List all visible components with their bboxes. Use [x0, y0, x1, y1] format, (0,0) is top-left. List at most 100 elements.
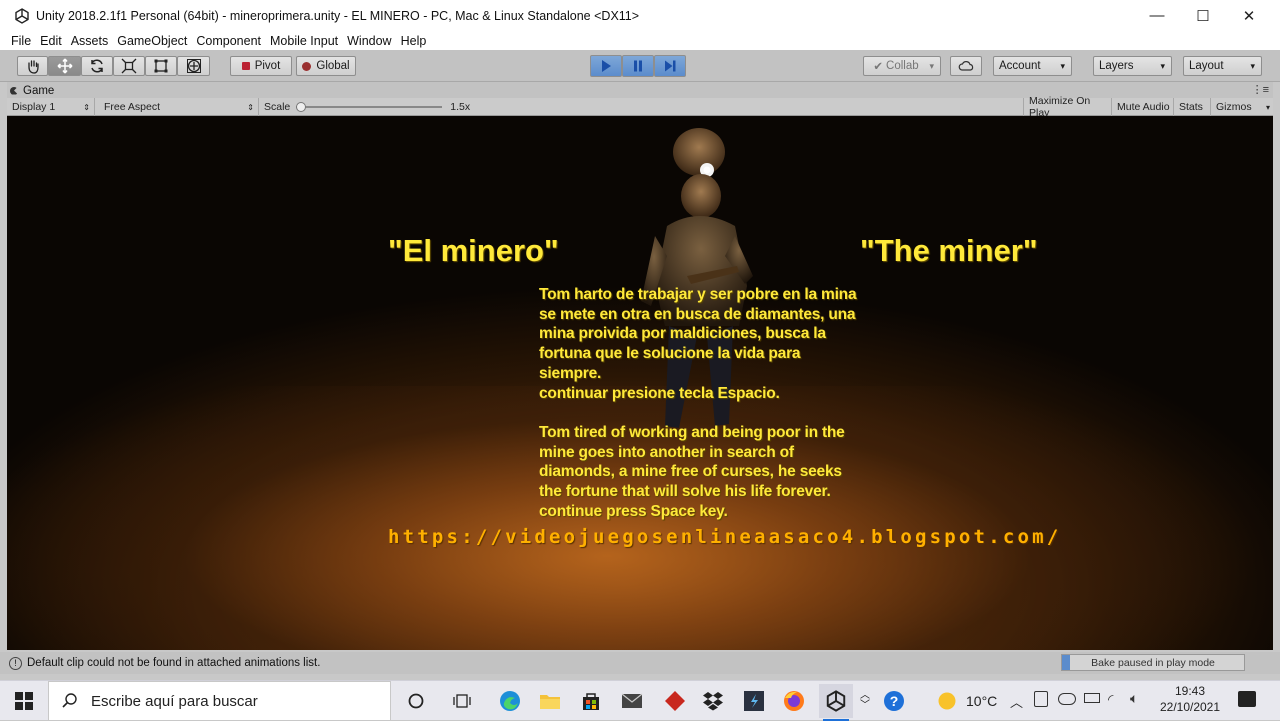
scale-slider-thumb[interactable]	[296, 102, 307, 112]
rotate-tool-icon	[91, 59, 103, 73]
chevron-down-icon: ▾	[1265, 102, 1270, 112]
store-icon	[583, 693, 599, 710]
close-button[interactable]: ✕	[1226, 0, 1272, 31]
transform-tool-button[interactable]	[177, 56, 210, 76]
layers-dropdown[interactable]: Layers	[1093, 56, 1172, 76]
cloud-button[interactable]	[950, 56, 982, 76]
pivot-label: Pivot	[254, 60, 281, 72]
cloud-icon	[958, 61, 974, 71]
maximize-on-play-toggle[interactable]: Maximize On Play	[1023, 95, 1112, 119]
mail-button[interactable]	[618, 687, 646, 715]
stats-toggle[interactable]: Stats	[1174, 98, 1211, 116]
menu-gameobject[interactable]: GameObject	[117, 34, 187, 48]
minimize-button[interactable]: —	[1134, 0, 1180, 31]
start-button[interactable]	[10, 687, 38, 715]
check-icon: ✔	[873, 61, 884, 73]
tray-chevron-icon[interactable]: ︿	[1010, 692, 1023, 711]
tray-volume-icon[interactable]: 🔈︎	[1130, 690, 1138, 707]
mute-audio-label: Mute Audio	[1117, 101, 1170, 113]
collab-dropdown[interactable]: ✔ Collab	[863, 56, 941, 76]
menu-mobile-input[interactable]: Mobile Input	[270, 34, 338, 48]
bake-progress: Bake paused in play mode	[1061, 654, 1245, 671]
move-tool-button[interactable]	[48, 56, 81, 76]
minimize-icon: —	[1149, 7, 1165, 24]
mute-audio-toggle[interactable]: Mute Audio	[1112, 98, 1174, 116]
scale-slider[interactable]	[296, 102, 443, 112]
rect-tool-button[interactable]	[145, 56, 177, 76]
weather-widget[interactable]	[933, 687, 961, 715]
store-button[interactable]	[577, 687, 605, 715]
tray-clock[interactable]: 19:43 22/10/2021	[1154, 684, 1226, 714]
cortana-button[interactable]	[402, 687, 430, 715]
collab-label: Collab	[886, 60, 919, 72]
aspect-label: Free Aspect	[104, 101, 161, 113]
red-diamond-icon	[665, 691, 685, 711]
task-view-button[interactable]	[449, 687, 477, 715]
scale-label: Scale	[264, 101, 291, 113]
window-title: Unity 2018.2.1f1 Personal (64bit) - mine…	[36, 8, 640, 23]
maximize-button[interactable]: ☐	[1180, 0, 1226, 31]
overflow-arrows[interactable]: ︿ ﹀	[856, 687, 874, 715]
tray-wifi-icon[interactable]: ◜	[1108, 691, 1113, 708]
info-icon: !	[9, 656, 22, 670]
menu-help[interactable]: Help	[401, 34, 427, 48]
tray-battery-icon[interactable]	[1084, 693, 1100, 703]
notifications-icon[interactable]	[1238, 691, 1256, 707]
menu-edit[interactable]: Edit	[40, 34, 62, 48]
updown-icon: ⇕	[83, 102, 90, 112]
bake-label: Bake paused in play mode	[1091, 656, 1215, 669]
pause-button[interactable]	[622, 55, 654, 77]
dropbox-button[interactable]	[699, 687, 727, 715]
tray-device-icon[interactable]	[1034, 691, 1048, 707]
move-tool-icon	[57, 58, 72, 74]
gizmos-dropdown[interactable]: Gizmos ▾	[1211, 98, 1273, 116]
firefox-button[interactable]	[780, 687, 808, 715]
pivot-toggle[interactable]: Pivot	[230, 56, 292, 76]
title-english: "The miner"	[860, 233, 1038, 268]
menu-file[interactable]: File	[11, 34, 31, 48]
folder-icon	[540, 695, 560, 709]
account-dropdown[interactable]: Account	[993, 56, 1072, 76]
play-button[interactable]	[590, 55, 622, 77]
windows-logo-icon	[15, 692, 33, 710]
app-red-button[interactable]	[661, 687, 689, 715]
hand-tool-button[interactable]	[17, 56, 48, 76]
tray-cloud-icon[interactable]	[1058, 693, 1076, 705]
account-label: Account	[999, 60, 1041, 72]
main-toolbar: Pivot Global ✔ Collab Account Layers Lay…	[0, 50, 1280, 82]
menu-assets[interactable]: Assets	[71, 34, 109, 48]
clock-time: 19:43	[1174, 684, 1206, 698]
edge-button[interactable]	[496, 687, 524, 715]
file-explorer-button[interactable]	[536, 687, 564, 715]
rotate-tool-button[interactable]	[81, 56, 113, 76]
hand-tool-icon	[27, 60, 39, 74]
aspect-dropdown[interactable]: Free Aspect ⇕	[99, 98, 259, 116]
visual-studio-button[interactable]	[740, 687, 768, 715]
status-message[interactable]: Default clip could not be found in attac…	[27, 657, 320, 669]
menu-component[interactable]: Component	[196, 34, 261, 48]
global-toggle[interactable]: Global	[296, 56, 356, 76]
scale-value: 1.5x	[450, 101, 471, 113]
rect-tool-icon	[154, 59, 168, 73]
menu-window[interactable]: Window	[347, 34, 391, 48]
step-button[interactable]	[654, 55, 686, 77]
updown-icon: ⇕	[247, 102, 254, 112]
pivot-icon	[241, 62, 250, 70]
search-placeholder: Escribe aquí para buscar	[91, 692, 258, 710]
layout-label: Layout	[1189, 60, 1224, 72]
cortana-icon	[408, 693, 424, 709]
global-label: Global	[316, 60, 350, 72]
unity-taskbar-button[interactable]	[819, 684, 853, 721]
tab-game[interactable]: Game	[10, 83, 54, 98]
scale-tool-button[interactable]	[113, 56, 145, 76]
tab-options-icon[interactable]: ⋮≡	[1252, 83, 1269, 96]
game-view[interactable]: "El minero" "The miner" Tom harto de tra…	[7, 116, 1273, 650]
edge-icon	[500, 691, 520, 711]
display-dropdown[interactable]: Display 1 ⇕	[7, 98, 95, 116]
close-icon: ✕	[1242, 7, 1256, 25]
taskbar-search[interactable]: Escribe aquí para buscar	[48, 681, 391, 721]
help-button[interactable]: ?	[880, 687, 908, 715]
layout-dropdown[interactable]: Layout	[1183, 56, 1262, 76]
transform-tool-icon	[186, 59, 201, 73]
step-icon	[665, 60, 676, 72]
